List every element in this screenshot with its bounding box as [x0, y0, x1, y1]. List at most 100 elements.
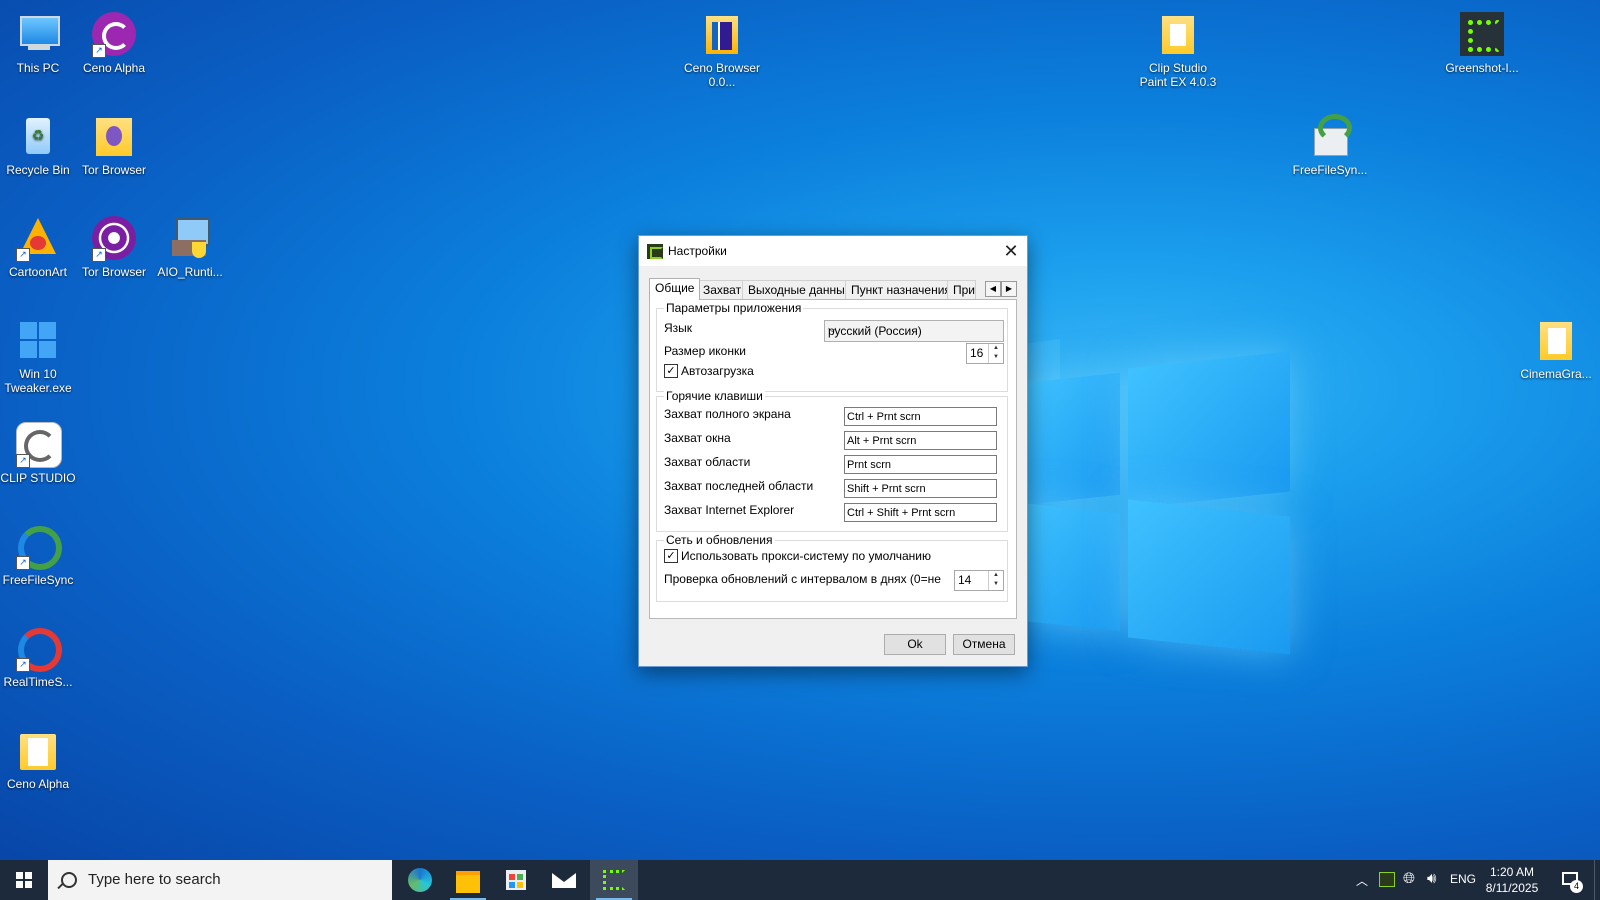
spin-up-icon[interactable]: ▲ [989, 344, 1003, 353]
proxy-checkbox[interactable]: ✓ [664, 549, 678, 563]
taskbar: Type here to search ︿ 🌐︎ 🔊︎ ENG 1:20 AM … [0, 860, 1600, 900]
update-interval-stepper[interactable]: 14 ▲ ▼ [954, 570, 1004, 591]
windows-tiles-icon [14, 316, 62, 364]
tab-destination[interactable]: Пункт назначения [845, 280, 957, 300]
language-indicator: ENG [1450, 872, 1477, 886]
icon-size-label: Размер иконки [664, 344, 746, 358]
folder-icon [14, 726, 62, 774]
action-center-button[interactable]: 4 [1556, 860, 1586, 900]
hotkey-last-region-label: Захват последней области [664, 479, 814, 493]
desktop-icon-aio-runtimes[interactable]: AIO_Runti... [150, 214, 230, 279]
hotkey-window-input[interactable]: Alt + Prnt scrn [844, 431, 997, 450]
desktop-icon-tor-browser[interactable]: ↗ Tor Browser [74, 214, 154, 279]
taskbar-clock[interactable]: 1:20 AM 8/11/2025 [1476, 864, 1548, 896]
tray-language[interactable]: ENG [1448, 860, 1478, 900]
taskbar-edge[interactable] [396, 860, 444, 900]
hotkey-region-label: Захват области [664, 455, 751, 469]
tab-output[interactable]: Выходные данные [742, 280, 858, 300]
app-params-legend: Параметры приложения [664, 301, 804, 315]
tray-volume[interactable]: 🔊︎ [1424, 860, 1446, 900]
desktop-icon-realtimesync[interactable]: ↗ RealTimeS... [0, 624, 78, 689]
taskbar-file-explorer[interactable] [444, 860, 492, 900]
hotkey-ie-input[interactable]: Ctrl + Shift + Prnt scrn [844, 503, 997, 522]
tab-scroll-right-button[interactable]: ▶ [1001, 281, 1017, 297]
hotkeys-group: Горячие клавиши Захват полного экрана Ct… [656, 389, 1008, 532]
hotkey-fullscreen-input[interactable]: Ctrl + Prnt scrn [844, 407, 997, 426]
hotkey-last-region-input[interactable]: Shift + Prnt scrn [844, 479, 997, 498]
tab-capture[interactable]: Захват [697, 280, 748, 300]
taskbar-mail[interactable] [540, 860, 588, 900]
spin-down-icon[interactable]: ▼ [989, 353, 1003, 362]
tab-strip: Общие Захват Выходные данные Пункт назна… [649, 278, 1017, 300]
update-interval-value: 14 [958, 573, 972, 587]
dialog-titlebar[interactable]: Настройки ✕ [639, 236, 1027, 266]
close-button[interactable]: ✕ [995, 236, 1027, 266]
edge-icon [408, 868, 432, 892]
windows-icon [16, 872, 32, 888]
hotkey-ie-label: Захват Internet Explorer [664, 503, 795, 517]
desktop-icon-clip-studio-paint[interactable]: Clip Studio Paint EX 4.0.3 [1138, 10, 1218, 89]
clock-time: 1:20 AM [1489, 865, 1535, 879]
tab-plugins[interactable]: Прим [947, 280, 976, 300]
greenshot-icon [1458, 10, 1506, 58]
sync-red-icon: ↗ [14, 624, 62, 672]
tor-onion-icon: ↗ [90, 214, 138, 262]
spin-down-icon[interactable]: ▼ [989, 580, 1003, 589]
notification-badge: 4 [1570, 880, 1583, 893]
desktop-icon-win10-tweaker[interactable]: Win 10 Tweaker.exe [0, 316, 78, 395]
desktop-icon-tor-browser-folder[interactable]: Tor Browser [74, 112, 154, 177]
taskbar-search-box[interactable]: Type here to search [48, 860, 392, 900]
archive-icon [698, 10, 746, 58]
search-placeholder: Type here to search [88, 871, 221, 888]
update-interval-label: Проверка обновлений с интервалом в днях … [664, 572, 941, 586]
desktop-icon-freefilesync-setup[interactable]: FreeFileSyn... [1290, 112, 1370, 177]
desktop-icon-recycle-bin[interactable]: ♻ Recycle Bin [0, 112, 78, 177]
desktop-icon-ceno-browser[interactable]: Ceno Browser 0.0... [682, 10, 762, 89]
icon-size-stepper[interactable]: 16 ▲ ▼ [966, 343, 1004, 364]
tab-scroll-left-button[interactable]: ◀ [985, 281, 1001, 297]
desktop-icon-ceno-alpha-folder[interactable]: Ceno Alpha [0, 726, 78, 791]
ok-button[interactable]: Ok [884, 634, 946, 655]
desktop-icon-clip-studio[interactable]: ↗ CLIP STUDIO [0, 420, 78, 485]
taskbar-store[interactable] [492, 860, 540, 900]
chevron-down-icon: ⌵ [828, 323, 837, 335]
cancel-button[interactable]: Отмена [953, 634, 1015, 655]
globe-icon: 🌐︎ [1403, 870, 1416, 887]
desktop-icon-cartoonart[interactable]: ↗ CartoonArt [0, 214, 78, 279]
network-legend: Сеть и обновления [664, 533, 775, 547]
taskbar-greenshot[interactable] [590, 860, 638, 900]
desktop-icon-this-pc[interactable]: This PC [0, 10, 78, 75]
desktop-icon-greenshot[interactable]: Greenshot-I... [1442, 10, 1522, 75]
folder-icon [456, 871, 480, 893]
desktop: This PC ♻ Recycle Bin ↗ CartoonArt Win 1… [0, 0, 1600, 860]
language-select[interactable]: русский (Россия) ⌵ [824, 320, 1004, 342]
package-icon [1306, 112, 1354, 160]
greenshot-icon [603, 870, 625, 890]
spin-up-icon[interactable]: ▲ [989, 571, 1003, 580]
hotkey-region-input[interactable]: Prnt scrn [844, 455, 997, 474]
desktop-icon-freefilesync[interactable]: ↗ FreeFileSync [0, 522, 78, 587]
ceno-icon: ↗ [90, 10, 138, 58]
computer-icon [14, 10, 62, 58]
show-desktop-button[interactable] [1594, 860, 1600, 900]
sync-green-icon: ↗ [14, 522, 62, 570]
proxy-label: Использовать прокси-систему по умолчанию [681, 549, 931, 563]
app-params-group: Параметры приложения Язык русский (Росси… [656, 301, 1008, 392]
greenshot-icon [647, 244, 663, 259]
tray-overflow-button[interactable]: ︿ [1352, 860, 1372, 900]
tray-network[interactable]: 🌐︎ [1400, 860, 1422, 900]
language-label: Язык [664, 321, 693, 335]
tab-general[interactable]: Общие [649, 278, 701, 300]
autostart-checkbox[interactable]: ✓ [664, 364, 678, 378]
start-button[interactable] [0, 860, 48, 900]
hotkeys-legend: Горячие клавиши [664, 389, 765, 403]
desktop-icon-ceno-alpha[interactable]: ↗ Ceno Alpha [74, 10, 154, 75]
mail-icon [552, 873, 576, 888]
clock-date: 8/11/2025 [1485, 881, 1539, 895]
tray-greenshot[interactable] [1376, 860, 1398, 900]
tor-folder-icon [90, 112, 138, 160]
recycle-bin-icon: ♻ [14, 112, 62, 160]
desktop-icon-cinemagraph[interactable]: CinemaGra... [1516, 316, 1596, 381]
folder-icon [1154, 10, 1202, 58]
general-tab-panel: Параметры приложения Язык русский (Росси… [649, 299, 1017, 619]
